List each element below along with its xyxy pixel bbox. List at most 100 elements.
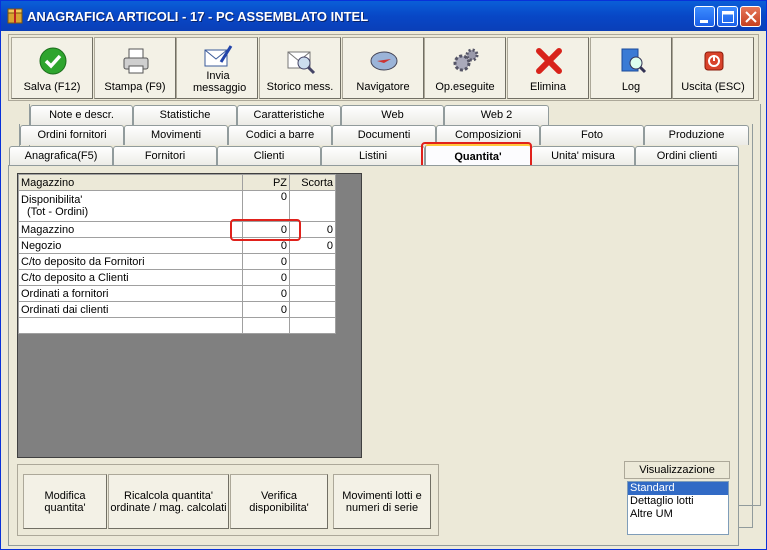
table-row[interactable] xyxy=(18,317,336,334)
app-box-icon xyxy=(7,8,23,24)
tab-customer-orders[interactable]: Ordini clienti xyxy=(635,146,739,166)
gears-icon xyxy=(453,48,479,72)
tab-production[interactable]: Produzione xyxy=(644,125,749,145)
save-label: Salva (F12) xyxy=(23,81,81,93)
view-mode-group: Visualizzazione Standard Dettaglio lotti… xyxy=(624,461,730,537)
tab-row-2: Ordini fornitori Movimenti Codici a barr… xyxy=(20,125,751,145)
scorta-cell[interactable] xyxy=(289,285,336,302)
pz-cell[interactable]: 0 xyxy=(242,269,290,286)
tab-suppliers[interactable]: Fornitori xyxy=(113,146,217,166)
pz-cell[interactable]: 0 xyxy=(242,301,290,318)
view-option-other-units[interactable]: Altre UM xyxy=(628,508,728,521)
view-mode-label: Visualizzazione xyxy=(624,461,730,479)
tab-price-lists[interactable]: Listini xyxy=(321,146,425,166)
row-label: Disponibilita' (Tot - Ordini) xyxy=(18,190,243,222)
row-label xyxy=(18,317,243,334)
tab-movements[interactable]: Movimenti xyxy=(124,125,228,145)
row-label-line1: Disponibilita' xyxy=(21,194,83,206)
tab-characteristics[interactable]: Caratteristiche xyxy=(237,105,341,125)
delete-button[interactable]: Elimina xyxy=(507,37,589,99)
operations-label: Op.eseguite xyxy=(435,81,495,93)
table-row[interactable]: Ordinati dai clienti 0 xyxy=(18,301,336,318)
log-button[interactable]: Log xyxy=(590,37,672,99)
row-label: C/to deposito a Clienti xyxy=(18,269,243,286)
row-label: Magazzino xyxy=(18,221,243,238)
exit-label: Uscita (ESC) xyxy=(681,81,745,93)
book-search-icon xyxy=(621,48,647,74)
view-option-lot-detail[interactable]: Dettaglio lotti xyxy=(628,495,728,508)
tab-photo[interactable]: Foto xyxy=(540,125,644,145)
exit-icon xyxy=(704,51,724,71)
minimize-icon xyxy=(700,20,708,23)
tab-units[interactable]: Unita' misura xyxy=(531,146,635,166)
row-label-line2: (Tot - Ordini) xyxy=(27,206,89,218)
navigator-button[interactable]: Navigatore xyxy=(342,37,424,99)
print-button[interactable]: Stampa (F9) xyxy=(94,37,176,99)
title-bar[interactable]: ANAGRAFICA ARTICOLI - 17 - PC ASSEMBLATO… xyxy=(1,1,766,31)
close-icon xyxy=(745,11,757,23)
check-icon xyxy=(39,47,67,75)
table-row[interactable]: Disponibilita' (Tot - Ordini) 0 xyxy=(18,190,336,222)
lot-serial-movements-button[interactable]: Movimenti lotti e numeri di serie xyxy=(333,474,431,529)
tab-master-data[interactable]: Anagrafica(F5) xyxy=(9,146,113,166)
pz-cell[interactable] xyxy=(242,317,290,334)
log-label: Log xyxy=(621,81,641,93)
envelope-pen-icon xyxy=(204,45,233,67)
cell-highlight xyxy=(230,219,301,241)
print-label: Stampa (F9) xyxy=(104,81,166,93)
maximize-button[interactable] xyxy=(717,6,738,27)
tab-supplier-orders[interactable]: Ordini fornitori xyxy=(20,125,124,145)
message-history-button[interactable]: Storico mess. xyxy=(259,37,341,99)
printer-icon xyxy=(123,48,149,74)
tab-documents[interactable]: Documenti xyxy=(332,125,436,145)
verify-availability-button[interactable]: Verifica disponibilita' xyxy=(230,474,328,529)
scorta-cell[interactable] xyxy=(289,317,336,334)
header-pz: PZ xyxy=(242,174,290,191)
tab-barcodes[interactable]: Codici a barre xyxy=(228,125,332,145)
tab-web[interactable]: Web xyxy=(341,105,444,125)
quantity-table: Magazzino PZ Scorta Disponibilita' (Tot -… xyxy=(18,174,336,334)
pz-cell[interactable]: 0 xyxy=(242,190,290,222)
main-window: ANAGRAFICA ARTICOLI - 17 - PC ASSEMBLATO… xyxy=(0,0,767,550)
save-button[interactable]: Salva (F12) xyxy=(11,37,93,99)
row-label: C/to deposito da Fornitori xyxy=(18,253,243,270)
view-option-standard[interactable]: Standard xyxy=(628,482,728,495)
pz-cell[interactable]: 0 xyxy=(242,285,290,302)
header-scorta: Scorta xyxy=(289,174,336,191)
row-label: Negozio xyxy=(18,237,243,254)
exit-button[interactable]: Uscita (ESC) xyxy=(672,37,754,99)
send-message-button[interactable]: Invia messaggio xyxy=(176,37,258,99)
tab-row-1: Note e descr. Statistiche Caratteristich… xyxy=(30,105,550,125)
pz-cell[interactable]: 0 xyxy=(242,253,290,270)
envelope-search-icon xyxy=(287,51,316,75)
close-button[interactable] xyxy=(740,6,761,27)
recalculate-quantities-button[interactable]: Ricalcola quantita' ordinate / mag. calc… xyxy=(108,474,229,529)
table-row[interactable]: C/to deposito da Fornitori 0 xyxy=(18,253,336,270)
row-label: Ordinati a fornitori xyxy=(18,285,243,302)
send-message-label: Invia messaggio xyxy=(193,70,247,94)
header-warehouse: Magazzino xyxy=(18,174,243,191)
table-row[interactable]: C/to deposito a Clienti 0 xyxy=(18,269,336,286)
minimize-button[interactable] xyxy=(694,6,715,27)
scorta-cell[interactable] xyxy=(289,269,336,286)
maximize-icon xyxy=(722,11,734,23)
scorta-cell[interactable] xyxy=(289,301,336,318)
table-row[interactable]: Ordinati a fornitori 0 xyxy=(18,285,336,302)
scorta-cell[interactable] xyxy=(289,253,336,270)
tab-notes[interactable]: Note e descr. xyxy=(30,105,133,125)
grid-header-row: Magazzino PZ Scorta xyxy=(18,174,336,191)
tab-customers[interactable]: Clienti xyxy=(217,146,321,166)
quantity-grid[interactable]: Magazzino PZ Scorta Disponibilita' (Tot -… xyxy=(17,173,362,458)
tab-statistics[interactable]: Statistiche xyxy=(133,105,237,125)
toolbar: Salva (F12) Stampa (F9) Invia messaggio … xyxy=(8,34,759,101)
tab-web2[interactable]: Web 2 xyxy=(444,105,549,125)
scorta-cell[interactable] xyxy=(289,190,336,222)
operations-button[interactable]: Op.eseguite xyxy=(424,37,506,99)
message-history-label: Storico mess. xyxy=(266,81,334,93)
navigator-label: Navigatore xyxy=(356,81,410,93)
delete-label: Elimina xyxy=(529,81,567,93)
red-x-icon xyxy=(536,48,562,74)
modify-quantity-button[interactable]: Modifica quantita' xyxy=(23,474,107,529)
view-mode-list[interactable]: Standard Dettaglio lotti Altre UM xyxy=(627,481,729,535)
window-title: ANAGRAFICA ARTICOLI - 17 - PC ASSEMBLATO… xyxy=(27,9,369,24)
